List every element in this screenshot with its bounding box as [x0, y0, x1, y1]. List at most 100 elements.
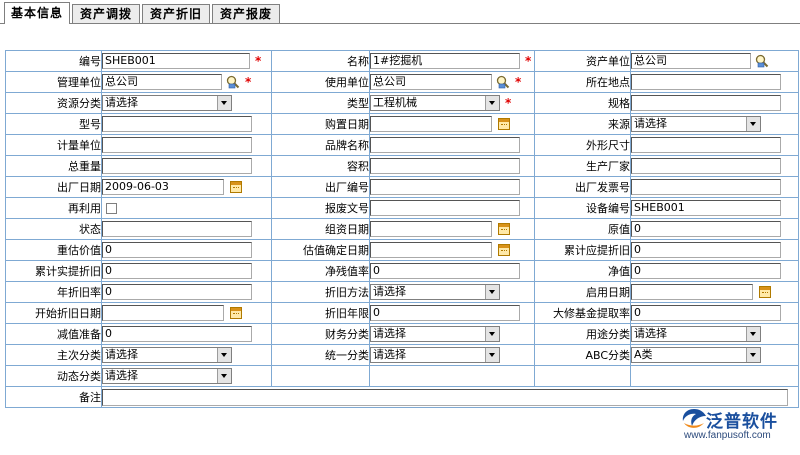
- lease-date-label: 组资日期: [271, 218, 370, 240]
- tab-asset-scrap[interactable]: 资产报废: [212, 4, 280, 23]
- dep-start-date-input[interactable]: [102, 305, 224, 321]
- dep-years-input[interactable]: 0: [370, 305, 520, 321]
- primary-class-select[interactable]: 请选择: [102, 347, 232, 363]
- source-select[interactable]: 请选择: [631, 116, 761, 132]
- usage-class-select[interactable]: 请选择: [631, 326, 761, 342]
- logo-mark-icon: [682, 409, 706, 428]
- purchase-date-input[interactable]: [370, 116, 492, 132]
- resource-class-select[interactable]: 请选择: [102, 95, 232, 111]
- asset-unit-input[interactable]: 总公司: [631, 53, 751, 69]
- lookup-icon[interactable]: [496, 75, 510, 89]
- overhaul-rate-input[interactable]: 0: [631, 305, 781, 321]
- select-value: 请选择: [634, 327, 667, 340]
- use-unit-input[interactable]: 总公司: [370, 74, 492, 90]
- chevron-down-icon: [217, 96, 231, 110]
- tab-asset-depreciation[interactable]: 资产折旧: [142, 4, 210, 23]
- status-label: 状态: [5, 218, 102, 240]
- calendar-icon[interactable]: [498, 118, 510, 130]
- form-row: 计量单位 品牌名称 外形尺寸: [5, 134, 799, 156]
- required-mark: *: [515, 75, 522, 89]
- scrap-doc-label: 报废文号: [271, 197, 370, 219]
- logo-url: www.fanpusoft.com: [684, 430, 771, 441]
- form-row: 年折旧率 0 折旧方法 请选择 启用日期: [5, 281, 799, 303]
- dep-method-select[interactable]: 请选择: [370, 284, 500, 300]
- reuse-label: 再利用: [5, 197, 102, 219]
- total-weight-input[interactable]: [102, 158, 252, 174]
- status-input[interactable]: [102, 221, 252, 237]
- form-row: 重估价值 0 估值确定日期 累计应提折旧 0: [5, 239, 799, 261]
- calendar-icon[interactable]: [230, 307, 242, 319]
- form-row: 备注: [5, 386, 799, 408]
- location-label: 所在地点: [534, 71, 631, 93]
- impairment-input[interactable]: 0: [102, 326, 252, 342]
- lease-date-input[interactable]: [370, 221, 492, 237]
- select-value: A类: [634, 348, 653, 361]
- empty-cell: [630, 365, 799, 387]
- manage-unit-label: 管理单位: [5, 71, 102, 93]
- abc-class-select[interactable]: A类: [631, 347, 761, 363]
- unified-class-select[interactable]: 请选择: [370, 347, 500, 363]
- reestimate-value-label: 重估价值: [5, 239, 102, 261]
- dynamic-class-select[interactable]: 请选择: [102, 368, 232, 384]
- dep-years-label: 折旧年限: [271, 302, 370, 324]
- calendar-icon[interactable]: [498, 244, 510, 256]
- model-input[interactable]: [102, 116, 252, 132]
- estimate-date-input[interactable]: [370, 242, 492, 258]
- factory-date-input[interactable]: 2009-06-03: [102, 179, 224, 195]
- manufacturer-label: 生产厂家: [534, 155, 631, 177]
- reestimate-value-input[interactable]: 0: [102, 242, 252, 258]
- calendar-icon[interactable]: [230, 181, 242, 193]
- volume-input[interactable]: [370, 158, 520, 174]
- location-input[interactable]: [631, 74, 781, 90]
- spec-input[interactable]: [631, 95, 781, 111]
- name-input[interactable]: 1#挖掘机: [370, 53, 520, 69]
- unit-input[interactable]: [102, 137, 252, 153]
- calendar-icon[interactable]: [498, 223, 510, 235]
- tab-asset-transfer[interactable]: 资产调拨: [72, 4, 140, 23]
- overhaul-rate-label: 大修基金提取率: [534, 302, 631, 324]
- select-value: 请选择: [105, 96, 138, 109]
- source-label: 来源: [534, 113, 631, 135]
- brand-label: 品牌名称: [271, 134, 370, 156]
- calendar-icon[interactable]: [759, 286, 771, 298]
- tab-basic-info[interactable]: 基本信息: [4, 2, 70, 25]
- annual-dep-rate-input[interactable]: 0: [102, 284, 252, 300]
- volume-label: 容积: [271, 155, 370, 177]
- accum-actual-dep-input[interactable]: 0: [102, 263, 252, 279]
- annual-dep-rate-label: 年折旧率: [5, 281, 102, 303]
- net-value-label: 净值: [534, 260, 631, 282]
- factory-no-input[interactable]: [370, 179, 520, 195]
- finance-class-select[interactable]: 请选择: [370, 326, 500, 342]
- form-row: 总重量 容积 生产厂家: [5, 155, 799, 177]
- scrap-doc-input[interactable]: [370, 200, 520, 216]
- enable-date-input[interactable]: [631, 284, 753, 300]
- form-row: 编号 SHEB001 * 名称 1#挖掘机 * 资产单位 总公司: [5, 50, 799, 72]
- form-row: 开始折旧日期 折旧年限 0 大修基金提取率 0: [5, 302, 799, 324]
- manufacturer-input[interactable]: [631, 158, 781, 174]
- select-value: 请选择: [373, 285, 406, 298]
- manage-unit-input[interactable]: 总公司: [102, 74, 222, 90]
- asset-form: 编号 SHEB001 * 名称 1#挖掘机 * 资产单位 总公司 管理单位 总公司 *…: [5, 50, 799, 408]
- code-label: 编号: [5, 50, 102, 72]
- remark-textarea[interactable]: [102, 388, 788, 406]
- net-residual-rate-input[interactable]: 0: [370, 263, 520, 279]
- lookup-icon[interactable]: [755, 54, 769, 68]
- chevron-down-icon: [217, 369, 231, 383]
- accum-due-dep-input[interactable]: 0: [631, 242, 781, 258]
- device-no-input[interactable]: SHEB001: [631, 200, 781, 216]
- invoice-no-input[interactable]: [631, 179, 781, 195]
- original-value-input[interactable]: 0: [631, 221, 781, 237]
- type-select[interactable]: 工程机械: [370, 95, 500, 111]
- lookup-icon[interactable]: [226, 75, 240, 89]
- net-value-input[interactable]: 0: [631, 263, 781, 279]
- form-row: 出厂日期 2009-06-03 出厂编号 出厂发票号: [5, 176, 799, 198]
- invoice-no-label: 出厂发票号: [534, 176, 631, 198]
- accum-due-dep-label: 累计应提折旧: [534, 239, 631, 261]
- reuse-checkbox[interactable]: [106, 203, 117, 214]
- dep-start-date-label: 开始折旧日期: [5, 302, 102, 324]
- name-label: 名称: [271, 50, 370, 72]
- dep-method-label: 折旧方法: [271, 281, 370, 303]
- brand-input[interactable]: [370, 137, 520, 153]
- code-input[interactable]: SHEB001: [102, 53, 250, 69]
- dimensions-input[interactable]: [631, 137, 781, 153]
